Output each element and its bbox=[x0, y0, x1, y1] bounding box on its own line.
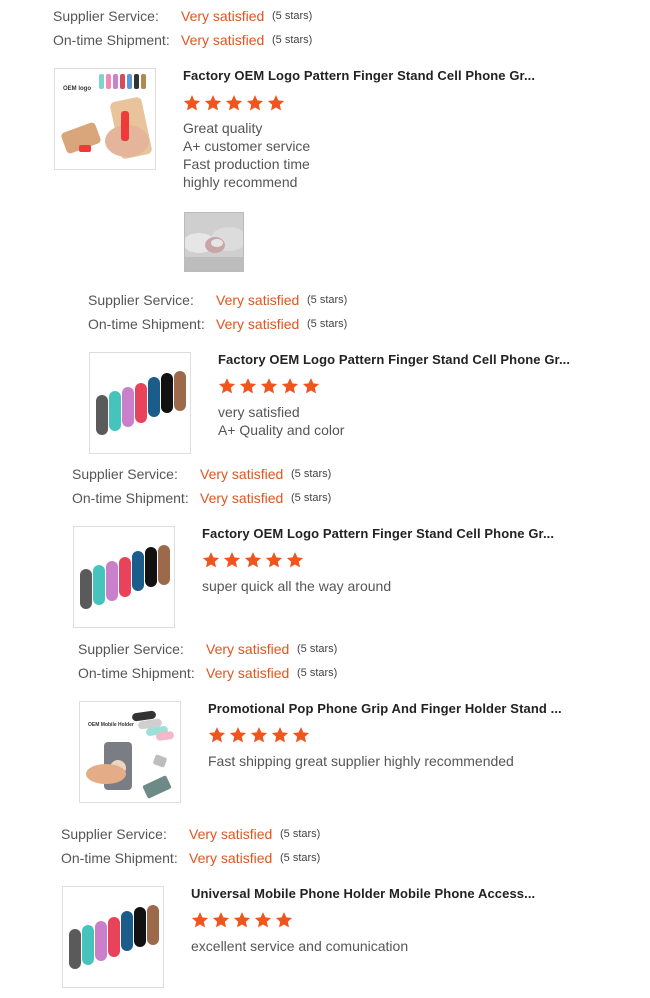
star-icon bbox=[281, 378, 299, 394]
star-icon bbox=[265, 552, 283, 568]
supplier-service-stars-text: (5 stars) bbox=[272, 10, 313, 22]
shipment-row: On-time Shipment: Very satisfied (5 star… bbox=[72, 488, 412, 508]
supplier-service-row: Supplier Service: Very satisfied (5 star… bbox=[61, 824, 401, 844]
star-icon bbox=[223, 552, 241, 568]
review-comment: super quick all the way around bbox=[202, 578, 392, 594]
star-icon bbox=[229, 727, 247, 743]
shipment-value: Very satisfied bbox=[206, 665, 290, 681]
product-title[interactable]: Factory OEM Logo Pattern Finger Stand Ce… bbox=[183, 68, 535, 83]
shipment-stars-text: (5 stars) bbox=[272, 34, 313, 46]
product-title[interactable]: Promotional Pop Phone Grip And Finger Ho… bbox=[208, 701, 562, 716]
supplier-service-value: Very satisfied bbox=[206, 641, 290, 657]
rating-stars bbox=[208, 726, 310, 744]
shipment-row: On-time Shipment: Very satisfied (5 star… bbox=[53, 30, 393, 50]
star-icon bbox=[246, 95, 264, 111]
star-icon bbox=[212, 912, 230, 928]
supplier-service-value: Very satisfied bbox=[200, 466, 284, 482]
supplier-service-label: Supplier Service: bbox=[78, 641, 184, 657]
shipment-label: On-time Shipment: bbox=[61, 850, 178, 866]
shipment-stars-text: (5 stars) bbox=[280, 852, 321, 864]
star-icon bbox=[183, 95, 201, 111]
thumb-label: OEM logo bbox=[63, 86, 91, 92]
supplier-service-row: Supplier Service: Very satisfied (5 star… bbox=[78, 639, 418, 659]
review-comment: Great quality A+ customer service Fast p… bbox=[183, 120, 311, 190]
shipment-label: On-time Shipment: bbox=[72, 490, 189, 506]
star-icon bbox=[225, 95, 243, 111]
star-icon bbox=[302, 378, 320, 394]
shipment-row: On-time Shipment: Very satisfied (5 star… bbox=[78, 663, 418, 683]
product-title[interactable]: Universal Mobile Phone Holder Mobile Pho… bbox=[191, 886, 535, 901]
supplier-service-stars-text: (5 stars) bbox=[307, 294, 348, 306]
shipment-value: Very satisfied bbox=[181, 32, 265, 48]
review-comment: excellent service and comunication bbox=[191, 938, 409, 954]
supplier-service-stars-text: (5 stars) bbox=[280, 828, 321, 840]
product-title[interactable]: Factory OEM Logo Pattern Finger Stand Ce… bbox=[202, 526, 554, 541]
supplier-service-stars-text: (5 stars) bbox=[297, 643, 338, 655]
supplier-service-label: Supplier Service: bbox=[88, 292, 194, 308]
product-title[interactable]: Factory OEM Logo Pattern Finger Stand Ce… bbox=[218, 352, 570, 367]
star-icon bbox=[260, 378, 278, 394]
product-thumbnail[interactable] bbox=[73, 526, 175, 628]
shipment-value: Very satisfied bbox=[216, 316, 300, 332]
thumb-label: OEM Mobile Holder bbox=[88, 722, 134, 728]
product-thumbnail[interactable] bbox=[89, 352, 191, 454]
review-comment: very satisfied A+ Quality and color bbox=[218, 404, 345, 438]
star-icon bbox=[191, 912, 209, 928]
product-thumbnail[interactable] bbox=[62, 886, 164, 988]
shipment-stars-text: (5 stars) bbox=[291, 492, 332, 504]
supplier-service-stars-text: (5 stars) bbox=[291, 468, 332, 480]
review-comment: Fast shipping great supplier highly reco… bbox=[208, 753, 514, 769]
shipment-label: On-time Shipment: bbox=[53, 32, 170, 48]
star-icon bbox=[239, 378, 257, 394]
shipment-stars-text: (5 stars) bbox=[307, 318, 348, 330]
supplier-service-value: Very satisfied bbox=[181, 8, 265, 24]
shipment-row: On-time Shipment: Very satisfied (5 star… bbox=[61, 848, 401, 868]
star-icon bbox=[250, 727, 268, 743]
rating-stars bbox=[191, 911, 293, 929]
star-icon bbox=[204, 95, 222, 111]
supplier-service-value: Very satisfied bbox=[189, 826, 273, 842]
star-icon bbox=[233, 912, 251, 928]
shipment-value: Very satisfied bbox=[189, 850, 273, 866]
star-icon bbox=[254, 912, 272, 928]
rating-stars bbox=[183, 94, 285, 112]
supplier-service-label: Supplier Service: bbox=[53, 8, 159, 24]
star-icon bbox=[244, 552, 262, 568]
supplier-service-label: Supplier Service: bbox=[61, 826, 167, 842]
shipment-stars-text: (5 stars) bbox=[297, 667, 338, 679]
shipment-row: On-time Shipment: Very satisfied (5 star… bbox=[88, 314, 428, 334]
shipment-value: Very satisfied bbox=[200, 490, 284, 506]
supplier-service-label: Supplier Service: bbox=[72, 466, 178, 482]
rating-stars bbox=[202, 551, 304, 569]
shipment-label: On-time Shipment: bbox=[88, 316, 205, 332]
star-icon bbox=[292, 727, 310, 743]
star-icon bbox=[208, 727, 226, 743]
star-icon bbox=[267, 95, 285, 111]
shipment-label: On-time Shipment: bbox=[78, 665, 195, 681]
rating-stars bbox=[218, 377, 320, 395]
star-icon bbox=[275, 912, 293, 928]
star-icon bbox=[271, 727, 289, 743]
supplier-service-value: Very satisfied bbox=[216, 292, 300, 308]
star-icon bbox=[202, 552, 220, 568]
review-photo[interactable] bbox=[184, 212, 244, 272]
supplier-service-row: Supplier Service: Very satisfied (5 star… bbox=[72, 464, 412, 484]
product-thumbnail[interactable]: OEM logo bbox=[54, 68, 156, 170]
supplier-service-row: Supplier Service: Very satisfied (5 star… bbox=[88, 290, 428, 310]
star-icon bbox=[286, 552, 304, 568]
product-thumbnail[interactable]: OEM Mobile Holder bbox=[79, 701, 181, 803]
star-icon bbox=[218, 378, 236, 394]
supplier-service-row: Supplier Service: Very satisfied (5 star… bbox=[53, 6, 393, 26]
